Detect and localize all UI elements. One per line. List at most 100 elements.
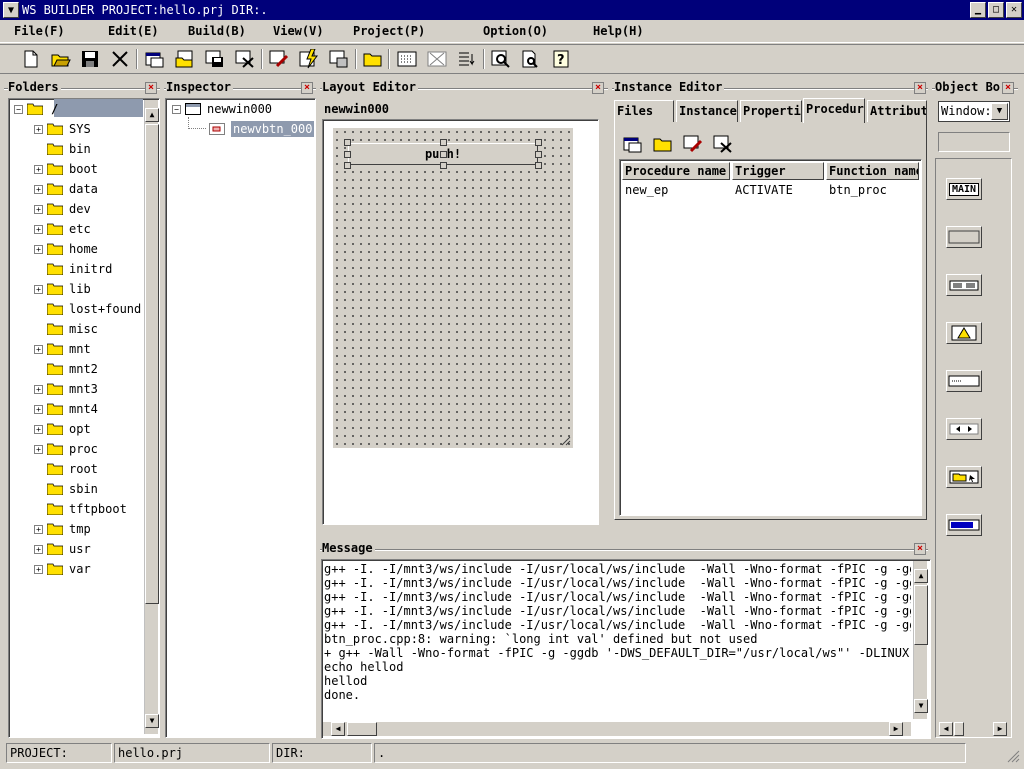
maximize-icon[interactable]: □ (988, 2, 1004, 18)
handle-mr[interactable] (535, 151, 542, 158)
col-function-name[interactable]: Function name (826, 162, 919, 180)
help-icon[interactable]: ? (550, 48, 572, 70)
handle-mc[interactable] (440, 151, 447, 158)
text-field-icon[interactable] (946, 370, 982, 392)
scroll-thumb[interactable] (914, 585, 928, 645)
object-hscroll[interactable]: ◀ ▶ (937, 722, 1009, 736)
open-procedure-icon[interactable] (652, 133, 674, 155)
tree-folder-item[interactable]: tftpboot (34, 500, 127, 518)
chevron-down-icon[interactable]: ▼ (991, 103, 1008, 120)
handle-br[interactable] (535, 162, 542, 169)
expand-icon[interactable]: + (34, 224, 43, 234)
menu-view[interactable]: View(V) (273, 24, 324, 38)
tree-folder-item[interactable]: + mnt4 (34, 400, 98, 418)
resize-grip-icon[interactable] (559, 434, 571, 446)
edit-icon[interactable] (268, 48, 290, 70)
new-file-icon[interactable] (20, 48, 42, 70)
tree-folder-item[interactable]: + mnt3 (34, 380, 98, 398)
layout-editor-close-icon[interactable]: × (592, 82, 604, 94)
tree-folder-item[interactable]: lost+found (34, 300, 141, 318)
menu-build[interactable]: Build(B) (188, 24, 246, 38)
handle-bl[interactable] (344, 162, 351, 169)
tree-folder-item[interactable]: bin (34, 140, 91, 158)
tree-folder-item[interactable]: + lib (34, 280, 91, 298)
file-dialog-icon[interactable] (946, 466, 982, 488)
handle-ml[interactable] (344, 151, 351, 158)
title-bar[interactable]: ▼ WS BUILDER PROJECT:hello.prj DIR:. ▁ □… (0, 0, 1024, 20)
spin-arrows-icon[interactable] (946, 418, 982, 440)
build-icon[interactable] (298, 48, 320, 70)
inspector-tree[interactable] (165, 98, 316, 738)
expand-icon[interactable]: + (34, 564, 43, 574)
handle-bc[interactable] (440, 162, 447, 169)
delete-window-icon[interactable] (234, 48, 256, 70)
inspector-window-item[interactable]: − newwin000 (172, 100, 272, 118)
edit-procedure-icon[interactable] (682, 133, 704, 155)
message-close-icon[interactable]: × (914, 543, 926, 555)
expand-icon[interactable]: + (34, 424, 43, 434)
scroll-left-icon[interactable]: ◀ (939, 722, 953, 736)
scroll-thumb[interactable] (954, 722, 964, 736)
save-icon[interactable] (79, 48, 101, 70)
scroll-thumb[interactable] (145, 124, 159, 604)
menu-edit[interactable]: Edit(E) (108, 24, 159, 38)
scroll-down-icon[interactable]: ▼ (914, 699, 928, 713)
menu-option[interactable]: Option(O) (483, 24, 548, 38)
object-filter-field[interactable] (938, 132, 1010, 152)
tree-folder-item[interactable]: + opt (34, 420, 91, 438)
grid-icon[interactable] (396, 48, 418, 70)
tree-folder-item[interactable]: + var (34, 560, 91, 578)
delete-procedure-icon[interactable] (712, 133, 734, 155)
tree-folder-item[interactable]: + data (34, 180, 98, 198)
handle-tr[interactable] (535, 139, 542, 146)
warning-dialog-icon[interactable] (946, 322, 982, 344)
tree-folder-item[interactable]: + dev (34, 200, 91, 218)
expand-icon[interactable]: + (34, 544, 43, 554)
expand-icon[interactable]: + (34, 384, 43, 394)
scroll-right-icon[interactable]: ▶ (993, 722, 1007, 736)
expand-icon[interactable]: + (34, 124, 43, 134)
tree-folder-item[interactable]: + mnt (34, 340, 91, 358)
main-window-icon[interactable]: MAIN (946, 178, 982, 200)
message-hscroll[interactable]: ◀ ▶ (323, 722, 911, 736)
handle-tc[interactable] (440, 139, 447, 146)
cut-grid-icon[interactable] (426, 48, 448, 70)
find-icon[interactable] (490, 48, 512, 70)
system-menu-icon[interactable]: ▼ (3, 2, 19, 18)
layout-design-window[interactable] (333, 128, 573, 448)
open-window-icon[interactable] (174, 48, 196, 70)
tree-folder-item[interactable]: + SYS (34, 120, 91, 138)
close-x-icon[interactable] (109, 48, 131, 70)
preview-icon[interactable] (520, 48, 542, 70)
resize-grip-icon[interactable] (1006, 749, 1020, 763)
expand-icon[interactable]: + (34, 404, 43, 414)
tab-properties[interactable]: Properti (740, 100, 802, 122)
handle-tl[interactable] (344, 139, 351, 146)
message-vscroll[interactable]: ▲ ▼ (913, 561, 928, 719)
tree-folder-item[interactable]: mnt2 (34, 360, 98, 378)
tree-folder-item[interactable]: + home (34, 240, 98, 258)
tree-folder-item[interactable]: initrd (34, 260, 112, 278)
col-procedure-name[interactable]: Procedure name (622, 162, 730, 180)
folders-close-icon[interactable]: × (145, 82, 157, 94)
expand-icon[interactable]: + (34, 284, 43, 294)
tree-folder-item[interactable]: + proc (34, 440, 98, 458)
scroll-left-icon[interactable]: ◀ (331, 722, 345, 736)
tab-procedures[interactable]: Procedur (803, 98, 865, 123)
tree-folder-item[interactable]: misc (34, 320, 98, 338)
open-dir-icon[interactable] (362, 48, 384, 70)
save-window-icon[interactable] (204, 48, 226, 70)
expand-icon[interactable]: + (34, 524, 43, 534)
expand-icon[interactable]: + (34, 164, 43, 174)
menu-file[interactable]: File(F) (14, 24, 65, 38)
scroll-thumb[interactable] (347, 722, 377, 736)
scroll-down-icon[interactable]: ▼ (145, 714, 159, 728)
tree-folder-item[interactable]: + tmp (34, 520, 91, 538)
close-icon[interactable]: ✕ (1006, 2, 1022, 18)
object-box-close-icon[interactable]: × (1002, 82, 1014, 94)
scroll-up-icon[interactable]: ▲ (914, 569, 928, 583)
scroll-up-icon[interactable]: ▲ (145, 108, 159, 122)
expand-icon[interactable]: + (34, 444, 43, 454)
minimize-icon[interactable]: ▁ (970, 2, 986, 18)
tree-folder-item[interactable]: root (34, 460, 98, 478)
